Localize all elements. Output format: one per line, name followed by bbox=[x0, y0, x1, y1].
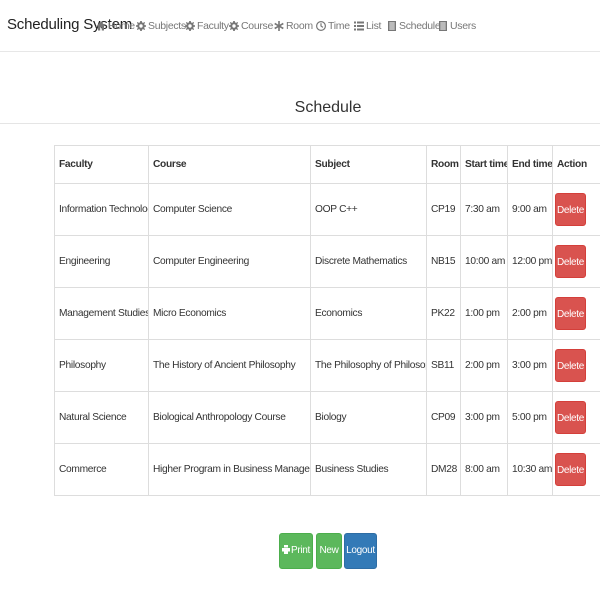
print-icon bbox=[281, 535, 290, 554]
logout-button[interactable]: Logout bbox=[344, 533, 377, 569]
cell-faculty: Information Technology bbox=[54, 183, 149, 236]
cell-room: CP19 bbox=[426, 183, 461, 236]
table-row: Commerce Higher Program in Business Mana… bbox=[54, 443, 600, 496]
cell-room: NB15 bbox=[426, 235, 461, 288]
table-row: Management Studies Micro Economics Econo… bbox=[54, 287, 600, 340]
cell-subject: Economics bbox=[310, 287, 427, 340]
delete-button[interactable]: Delete bbox=[555, 349, 586, 382]
nav-room[interactable]: Room bbox=[274, 19, 313, 33]
cell-room: SB11 bbox=[426, 339, 461, 392]
nav-schedule[interactable]: Schedule bbox=[387, 19, 441, 33]
cell-faculty: Commerce bbox=[54, 443, 149, 496]
cell-course: Computer Science bbox=[148, 183, 311, 236]
gear-icon bbox=[229, 21, 239, 31]
cell-end-time: 10:30 am bbox=[507, 443, 553, 496]
table-row: Natural Science Biological Anthropology … bbox=[54, 391, 600, 444]
title-divider bbox=[0, 123, 600, 124]
nav-time[interactable]: Time bbox=[316, 19, 350, 33]
home-icon bbox=[96, 21, 106, 31]
cell-subject: The Philosophy of Philosophy bbox=[310, 339, 427, 392]
column-header-course: Course bbox=[148, 145, 311, 184]
cell-faculty: Natural Science bbox=[54, 391, 149, 444]
delete-button[interactable]: Delete bbox=[555, 453, 586, 486]
column-header-end-time: End time bbox=[507, 145, 553, 184]
delete-button[interactable]: Delete bbox=[555, 401, 586, 434]
cell-faculty: Philosophy bbox=[54, 339, 149, 392]
navbar: Scheduling System Home Subjects Faculty … bbox=[0, 0, 600, 52]
gear-icon bbox=[136, 21, 146, 31]
cell-faculty: Management Studies bbox=[54, 287, 149, 340]
table-row: Philosophy The History of Ancient Philos… bbox=[54, 339, 600, 392]
list-icon bbox=[354, 21, 364, 31]
nav-schedule-label: Schedule bbox=[399, 20, 441, 32]
cell-start-time: 7:30 am bbox=[460, 183, 508, 236]
cell-end-time: 5:00 pm bbox=[507, 391, 553, 444]
cell-course: Biological Anthropology Course bbox=[148, 391, 311, 444]
new-button[interactable]: New bbox=[316, 533, 342, 569]
table-header-row: Faculty Course Subject Room Start time E… bbox=[54, 145, 600, 184]
cell-subject: Business Studies bbox=[310, 443, 427, 496]
cell-room: PK22 bbox=[426, 287, 461, 340]
cell-faculty: Engineering bbox=[54, 235, 149, 288]
nav-course-label: Course bbox=[241, 20, 274, 32]
nav-faculty-label: Faculty bbox=[197, 20, 229, 32]
cell-start-time: 8:00 am bbox=[460, 443, 508, 496]
nav-subjects-label: Subjects bbox=[148, 20, 186, 32]
delete-button[interactable]: Delete bbox=[555, 297, 586, 330]
asterisk-icon bbox=[274, 21, 284, 31]
cell-subject: Discrete Mathematics bbox=[310, 235, 427, 288]
users-icon bbox=[438, 21, 448, 31]
schedule-icon bbox=[387, 21, 397, 31]
table-row: Engineering Computer Engineering Discret… bbox=[54, 235, 600, 288]
nav-home[interactable]: Home bbox=[96, 19, 135, 33]
nav-users-label: Users bbox=[450, 20, 476, 32]
schedule-table-container: Faculty Course Subject Room Start time E… bbox=[54, 145, 600, 496]
schedule-table: Faculty Course Subject Room Start time E… bbox=[54, 145, 600, 496]
column-header-room: Room bbox=[426, 145, 461, 184]
nav-list-label: List bbox=[366, 20, 382, 32]
page-title: Schedule bbox=[294, 99, 362, 116]
cell-action: Delete bbox=[552, 339, 600, 392]
cell-course: Higher Program in Business Management bbox=[148, 443, 311, 496]
cell-start-time: 2:00 pm bbox=[460, 339, 508, 392]
cell-start-time: 10:00 am bbox=[460, 235, 508, 288]
nav-faculty[interactable]: Faculty bbox=[185, 19, 229, 33]
cell-end-time: 3:00 pm bbox=[507, 339, 553, 392]
cell-course: Micro Economics bbox=[148, 287, 311, 340]
nav-list[interactable]: List bbox=[354, 19, 381, 33]
cell-subject: OOP C++ bbox=[310, 183, 427, 236]
column-header-subject: Subject bbox=[310, 145, 427, 184]
cell-action: Delete bbox=[552, 235, 600, 288]
nav-subjects[interactable]: Subjects bbox=[136, 19, 186, 33]
column-header-faculty: Faculty bbox=[54, 145, 149, 184]
column-header-action: Action bbox=[552, 145, 600, 184]
cell-room: DM28 bbox=[426, 443, 461, 496]
cell-action: Delete bbox=[552, 391, 600, 444]
cell-action: Delete bbox=[552, 443, 600, 496]
nav-course[interactable]: Course bbox=[229, 19, 273, 33]
clock-icon bbox=[316, 21, 326, 31]
cell-subject: Biology bbox=[310, 391, 427, 444]
print-button-label: Print bbox=[290, 545, 311, 556]
cell-action: Delete bbox=[552, 287, 600, 340]
cell-start-time: 3:00 pm bbox=[460, 391, 508, 444]
cell-course: The History of Ancient Philosophy bbox=[148, 339, 311, 392]
cell-end-time: 9:00 am bbox=[507, 183, 553, 236]
delete-button[interactable]: Delete bbox=[555, 193, 586, 226]
print-button[interactable]: Print bbox=[279, 533, 313, 569]
cell-course: Computer Engineering bbox=[148, 235, 311, 288]
nav-users[interactable]: Users bbox=[438, 19, 476, 33]
nav-home-label: Home bbox=[108, 20, 135, 32]
gear-icon bbox=[185, 21, 195, 31]
delete-button[interactable]: Delete bbox=[555, 245, 586, 278]
cell-end-time: 2:00 pm bbox=[507, 287, 553, 340]
table-row: Information Technology Computer Science … bbox=[54, 183, 600, 236]
column-header-start-time: Start time bbox=[460, 145, 508, 184]
cell-end-time: 12:00 pm bbox=[507, 235, 553, 288]
cell-action: Delete bbox=[552, 183, 600, 236]
cell-room: CP09 bbox=[426, 391, 461, 444]
cell-start-time: 1:00 pm bbox=[460, 287, 508, 340]
nav-room-label: Room bbox=[286, 20, 313, 32]
nav-time-label: Time bbox=[328, 20, 350, 32]
